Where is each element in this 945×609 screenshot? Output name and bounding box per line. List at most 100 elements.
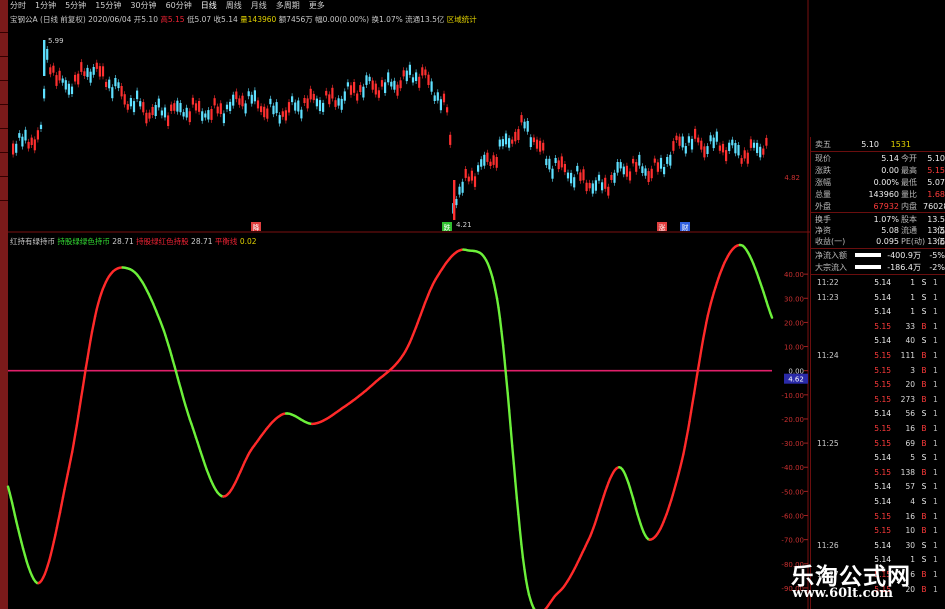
tick-row: 5.15 20 B 1 xyxy=(811,380,945,390)
tick-price: 5.15 xyxy=(874,511,891,521)
event-marker: 财 xyxy=(682,223,689,232)
tick-price: 5.14 xyxy=(874,336,891,346)
tick-side: S xyxy=(921,482,927,492)
tick-volume: 1 xyxy=(910,278,915,287)
indicator-segment xyxy=(90,322,95,334)
tick-volume: 1 xyxy=(910,307,915,317)
quote-key: 收益(一) xyxy=(815,237,846,246)
tick-row: 11:26 5.14 30 S 1 xyxy=(811,541,945,551)
axis-tick-label: -40.00 xyxy=(781,464,804,472)
tick-row: 5.14 40 S 1 xyxy=(811,336,945,346)
red-value: 28.71 xyxy=(191,237,213,246)
indicator-segment xyxy=(78,395,83,408)
indicator-segment xyxy=(694,373,699,386)
flow-key: 大宗流入 xyxy=(815,263,847,272)
quote-key: 内盘 xyxy=(901,202,917,211)
axis-tick-label: 10.00 xyxy=(784,344,804,352)
tick-row: 11:24 5.15 111 B 1 xyxy=(811,351,945,361)
quote-key: 涨幅 xyxy=(815,178,831,187)
sell5-volume: 1531 xyxy=(890,140,911,149)
tick-count: 1 xyxy=(933,394,938,404)
tick-row: 11:22 5.14 1 S 1 xyxy=(811,278,945,288)
flow-bar xyxy=(855,265,881,269)
indicator-segment xyxy=(495,297,500,309)
quote-value: 143960 xyxy=(868,190,899,199)
tick-count: 1 xyxy=(933,307,938,317)
tick-side: B xyxy=(921,526,927,536)
axis-tick-label: 30.00 xyxy=(784,295,804,303)
zero-value-text: 4.62 xyxy=(788,376,804,384)
indicator-segment xyxy=(520,543,525,559)
indicator-segment xyxy=(83,366,88,379)
indicator-segment xyxy=(517,513,522,532)
axis-tick-label: -10.00 xyxy=(781,392,804,400)
flow-percent: -5% xyxy=(929,251,945,260)
indicator-segment xyxy=(77,405,82,418)
indicator-segment xyxy=(511,444,515,465)
event-marker: 降 xyxy=(253,223,260,232)
indicator-segment xyxy=(695,364,700,376)
tick-count: 1 xyxy=(933,278,938,287)
tick-count: 1 xyxy=(933,526,938,536)
sell5-price: 5.10 xyxy=(861,140,879,149)
tick-price: 5.15 xyxy=(874,467,891,477)
indicator-name[interactable]: 红持有绿持币 xyxy=(10,237,55,246)
quote-row: 涨跌 0.00 最高 5.15 xyxy=(811,165,945,176)
indicator-segment xyxy=(683,437,688,448)
tick-row: 5.14 57 S 1 xyxy=(811,482,945,492)
flow-bar xyxy=(855,253,881,257)
tick-volume: 1 xyxy=(910,292,915,302)
candle xyxy=(453,180,456,220)
quote-value: 1.07% xyxy=(873,215,899,224)
tick-row: 11:25 5.15 69 B 1 xyxy=(811,439,945,449)
indicator-segment xyxy=(81,376,86,389)
quote-value: 1.68 xyxy=(927,190,945,199)
indicator-segment xyxy=(80,385,85,398)
tick-side: B xyxy=(921,511,927,521)
tick-row: 5.14 1 S 1 xyxy=(811,307,945,317)
flow-value: -400.9万 xyxy=(887,251,921,260)
indicator-segment xyxy=(87,339,92,351)
candle xyxy=(43,40,46,76)
quote-value: 0.00 xyxy=(881,166,899,175)
tick-time: 11:25 xyxy=(817,438,839,448)
tick-price: 5.14 xyxy=(874,292,891,302)
tick-count: 1 xyxy=(933,321,938,331)
indicator-segment xyxy=(497,306,502,320)
flow-row: 净流入额 -400.9万 -5% xyxy=(811,250,945,261)
indicator-segment xyxy=(72,433,77,445)
tick-side: B xyxy=(921,570,927,579)
indicator-segment xyxy=(523,568,528,581)
indicator-segment xyxy=(688,411,693,423)
price-axis-mark: 4.82 xyxy=(784,174,800,182)
flow-percent: -2% xyxy=(929,263,945,272)
quote-key: 换手 xyxy=(815,215,831,224)
indicator-segment xyxy=(770,314,774,319)
tick-count: 1 xyxy=(933,511,938,521)
axis-tick-label: 40.00 xyxy=(784,271,804,279)
quote-value: 0.00% xyxy=(873,178,899,187)
quote-value: 67932 xyxy=(873,202,899,211)
tick-side: B xyxy=(921,424,927,433)
quote-row: 净资 5.08 流通 13.5亿 xyxy=(811,225,945,246)
quote-row: 换手 1.07% 股本 13.5亿 xyxy=(811,214,945,235)
tick-side: B xyxy=(921,321,927,331)
tick-count: 1 xyxy=(933,380,938,390)
tick-row: 5.15 138 B 1 xyxy=(811,468,945,478)
tick-count: 1 xyxy=(933,409,938,419)
peak-price-label: 5.99 xyxy=(48,37,64,45)
indicator-segment xyxy=(521,556,526,571)
indicator-segment xyxy=(702,329,706,340)
flow-row: 大宗流入 -186.4万 -2% xyxy=(811,262,945,273)
tick-count: 1 xyxy=(933,365,938,375)
tick-time: 11:24 xyxy=(817,351,839,360)
quote-key: 现价 xyxy=(815,154,831,163)
tick-volume: 69 xyxy=(905,438,915,448)
quote-key: 今开 xyxy=(901,154,917,163)
sell5-label: 卖五 xyxy=(815,140,831,149)
green-label: 持股绿绿色持币 xyxy=(57,237,110,246)
axis-tick-label: 20.00 xyxy=(784,319,804,327)
event-marker: 跌 xyxy=(444,223,451,232)
tick-row: 5.15 3 B 1 xyxy=(811,366,945,376)
quote-key: 总量 xyxy=(815,190,831,199)
